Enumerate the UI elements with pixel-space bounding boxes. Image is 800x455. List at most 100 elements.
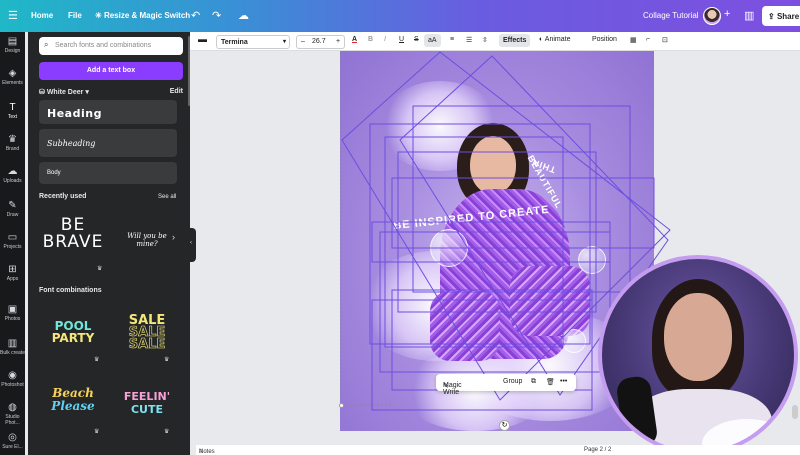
project-title[interactable]: Collage Tutorial — [643, 11, 699, 20]
thumb-text-sale-3: SALE — [128, 337, 166, 352]
more-options-button[interactable]: ••• — [560, 378, 567, 385]
text-color-swatch-icon[interactable]: ▬ — [198, 34, 207, 44]
delete-icon[interactable]: 🗑 — [546, 378, 555, 386]
magic-write-label: Magic Write — [443, 382, 462, 396]
recently-used-heading: Recently used — [39, 193, 87, 200]
photoshot-icon: ◉ — [8, 370, 17, 381]
font-search-input[interactable]: ⌕ Search fonts and combinations — [39, 37, 183, 55]
menu-icon[interactable]: ☰ — [8, 9, 18, 22]
text-color-button[interactable]: A — [352, 36, 357, 43]
rail-item-photoshot[interactable]: ◉ Photoshot — [0, 370, 25, 388]
rotate-handle-icon[interactable]: ↻ — [499, 420, 510, 431]
bulk-create-icon: ▥ — [7, 338, 18, 349]
rail-item-sure-el[interactable]: ◎ Sure El... — [0, 432, 25, 450]
page-indicator[interactable]: Page 2 / 2 — [584, 447, 611, 453]
rail-item-label: Studio Phot... — [5, 414, 20, 426]
webcam-overlay — [598, 255, 798, 455]
cloud-save-icon[interactable]: ☁ — [238, 9, 249, 22]
group-button[interactable]: Group — [503, 378, 522, 385]
thumb-text-brave: BRAVE — [42, 232, 104, 252]
add-collaborator-icon[interactable]: + — [724, 8, 730, 20]
font-thumb-feelin-cute[interactable]: FEELIN' CUTE — [116, 390, 178, 416]
subheading-style-button[interactable]: Subheading — [39, 129, 177, 157]
edit-brand-kit-button[interactable]: Edit — [170, 88, 183, 95]
share-icon: ⇪ — [768, 12, 777, 21]
rail-item-draw[interactable]: ✎ Draw — [0, 200, 25, 218]
chevron-right-icon[interactable]: › — [172, 232, 175, 242]
insights-chart-icon[interactable]: ▥ — [744, 9, 754, 22]
resize-button[interactable]: ✳ Resize & Magic Switch — [95, 11, 190, 20]
undo-icon[interactable]: ↶ — [191, 9, 200, 22]
rail-item-bulk-create[interactable]: ▥ Bulk create — [0, 338, 25, 356]
rail-item-elements[interactable]: ◈ Elements — [0, 68, 25, 86]
increase-size-button[interactable]: + — [336, 38, 340, 45]
rail-item-label: Design — [4, 48, 21, 54]
thumb-text-will-you: Will you be mine? — [127, 232, 167, 248]
bubble-image — [430, 229, 468, 267]
brand-kit-selector[interactable]: ⛁ White Deer ▾ Edit — [39, 88, 183, 96]
align-center-icon[interactable]: ≡ — [450, 36, 454, 43]
underline-button[interactable]: U — [399, 36, 404, 43]
design-icon: ▤ — [7, 36, 18, 47]
presenter-face — [664, 293, 732, 381]
animate-button[interactable]: ◐ Animate — [539, 36, 570, 43]
resize-label: Resize & Magic Switch — [103, 11, 191, 20]
font-thumb-will-you[interactable]: Will you be mine? — [116, 232, 178, 248]
resize-handle[interactable] — [339, 403, 344, 408]
rail-item-projects[interactable]: ▭ Projects — [0, 232, 25, 250]
transparency-icon[interactable]: ▦ — [630, 36, 637, 44]
draw-icon: ✎ — [8, 200, 17, 211]
paint-format-icon[interactable]: ⌐ — [646, 36, 650, 43]
font-family-value: Termina — [221, 39, 248, 46]
font-thumb-sale[interactable]: SALE SALE SALE — [116, 314, 178, 352]
cloud-image — [400, 351, 550, 431]
rail-item-label: Draw — [6, 212, 19, 218]
file-menu[interactable]: File — [68, 11, 82, 20]
rail-item-label: Bulk create — [0, 350, 26, 356]
rail-item-brand[interactable]: ♛ Brand — [0, 134, 25, 152]
letter-case-button[interactable]: aA — [424, 34, 441, 47]
user-avatar[interactable] — [703, 7, 721, 25]
font-size-value[interactable]: 26.7 — [312, 38, 326, 45]
share-button[interactable]: ⇪ Share — [762, 6, 800, 26]
rail-item-design[interactable]: ▤ Design — [0, 36, 25, 54]
add-text-box-button[interactable]: Add a text box — [39, 62, 183, 80]
duplicate-icon[interactable]: ⧉ — [531, 378, 536, 386]
body-label: Body — [47, 170, 61, 176]
heading-style-button[interactable]: Heading — [39, 100, 177, 124]
top-bar: ☰ Home File ✳ Resize & Magic Switch ↶ ↷ … — [0, 0, 800, 32]
font-thumb-pool-party[interactable]: POOL PARTY — [42, 320, 104, 344]
bold-button[interactable]: B — [368, 36, 373, 43]
brand-icon: ♛ — [8, 134, 17, 145]
font-family-select[interactable]: Termina ▾ — [216, 35, 290, 49]
chevron-left-icon: ‹ — [190, 240, 192, 246]
list-icon[interactable]: ☰ — [466, 36, 472, 44]
font-thumb-be-brave[interactable]: BE BRAVE — [42, 217, 104, 251]
strikethrough-button[interactable]: S — [414, 36, 419, 43]
italic-button[interactable]: I — [384, 36, 386, 43]
text-panel: ⌕ Search fonts and combinations Add a te… — [28, 32, 190, 455]
rail-item-apps[interactable]: ⊞ Apps — [0, 264, 25, 282]
rail-item-text[interactable]: T Text — [0, 102, 25, 120]
left-rail: ▤ Design ◈ Elements T Text ♛ Brand ☁ Uploads ✎ Draw… — [0, 32, 25, 455]
rail-item-studio-phot[interactable]: ◍ Studio Phot... — [0, 402, 25, 426]
effects-button[interactable]: Effects — [499, 34, 531, 47]
decrease-size-button[interactable]: – — [301, 38, 305, 45]
position-button[interactable]: Position — [592, 36, 617, 43]
rail-item-uploads[interactable]: ☁ Uploads — [0, 166, 25, 184]
body-style-button[interactable]: Body — [39, 162, 177, 184]
chevron-down-icon: ▾ — [83, 89, 89, 96]
workspace-scrollbar[interactable] — [792, 405, 798, 419]
lock-icon[interactable]: ⊡ — [662, 36, 668, 44]
canva-editor: ☰ Home File ✳ Resize & Magic Switch ↶ ↷ … — [0, 0, 800, 455]
home-button[interactable]: Home — [31, 11, 53, 20]
projects-icon: ▭ — [7, 232, 18, 243]
rail-item-photos[interactable]: ▣ Photos — [0, 304, 25, 322]
spacing-icon[interactable]: ⇳ — [482, 36, 488, 44]
rail-item-label: Photoshot — [1, 382, 24, 388]
context-menu: ✎ Magic Write Group ⧉ 🗑 ••• — [436, 374, 576, 396]
redo-icon[interactable]: ↷ — [212, 9, 221, 22]
font-thumb-beach-please[interactable]: Beach Please — [42, 387, 104, 413]
font-size-stepper[interactable]: – 26.7 + — [296, 35, 345, 49]
see-all-link[interactable]: See all — [158, 194, 176, 200]
